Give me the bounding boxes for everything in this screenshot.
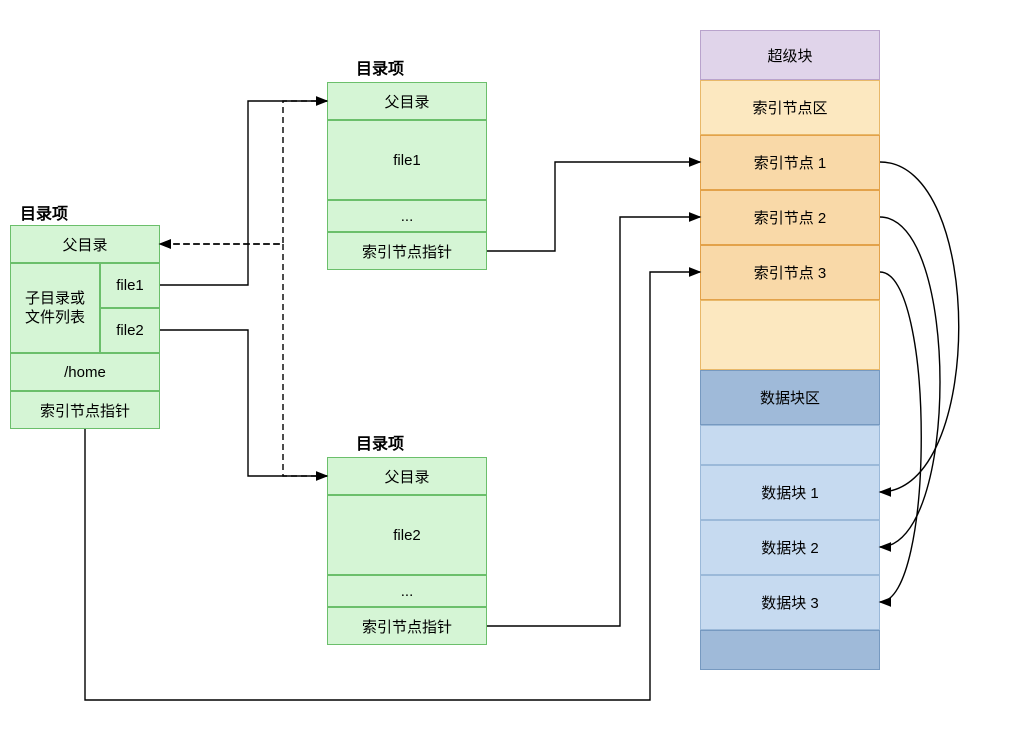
disk-inode-area-label: 索引节点区	[700, 80, 880, 135]
arrow-file1-inodeptr-to-inode1	[487, 162, 700, 251]
root-children-label: 子目录或 文件列表	[10, 263, 100, 353]
root-home-cell: /home	[10, 353, 160, 391]
arrow-file2-parent-back	[160, 244, 327, 476]
arrow-file1-parent-back	[160, 101, 327, 244]
arrow-inode2-to-data2	[880, 217, 940, 547]
arrow-file2-inodeptr-to-inode2	[487, 217, 700, 626]
file1-parent: 父目录	[327, 82, 487, 120]
disk-data-area-label: 数据块区	[700, 370, 880, 425]
file2-name: file2	[327, 495, 487, 575]
disk-inode-3: 索引节点 3	[700, 245, 880, 300]
file1-name: file1	[327, 120, 487, 200]
disk-data-2: 数据块 2	[700, 520, 880, 575]
root-parent: 父目录	[10, 225, 160, 263]
disk-data-empty-top	[700, 425, 880, 465]
disk-superblock: 超级块	[700, 30, 880, 80]
disk-data-empty-bottom	[700, 630, 880, 670]
dir-entry-root-title: 目录项	[20, 200, 68, 224]
arrow-file1-to-entry	[160, 101, 327, 285]
disk-inode-2: 索引节点 2	[700, 190, 880, 245]
arrow-file2-to-entry	[160, 330, 327, 476]
dir-entry-file1-title: 目录项	[356, 55, 404, 79]
disk-inode-empty	[700, 300, 880, 370]
file1-inode-ptr: 索引节点指针	[327, 232, 487, 270]
file2-ellipsis: ...	[327, 575, 487, 607]
arrow-inode1-to-data1	[880, 162, 959, 492]
root-file2-cell: file2	[100, 308, 160, 353]
root-file1-cell: file1	[100, 263, 160, 308]
file2-inode-ptr: 索引节点指针	[327, 607, 487, 645]
disk-data-3: 数据块 3	[700, 575, 880, 630]
dir-entry-file2-title: 目录项	[356, 430, 404, 454]
file1-ellipsis: ...	[327, 200, 487, 232]
file2-parent: 父目录	[327, 457, 487, 495]
disk-data-1: 数据块 1	[700, 465, 880, 520]
arrow-inode3-to-data3	[880, 272, 921, 602]
root-inode-ptr: 索引节点指针	[10, 391, 160, 429]
disk-inode-1: 索引节点 1	[700, 135, 880, 190]
